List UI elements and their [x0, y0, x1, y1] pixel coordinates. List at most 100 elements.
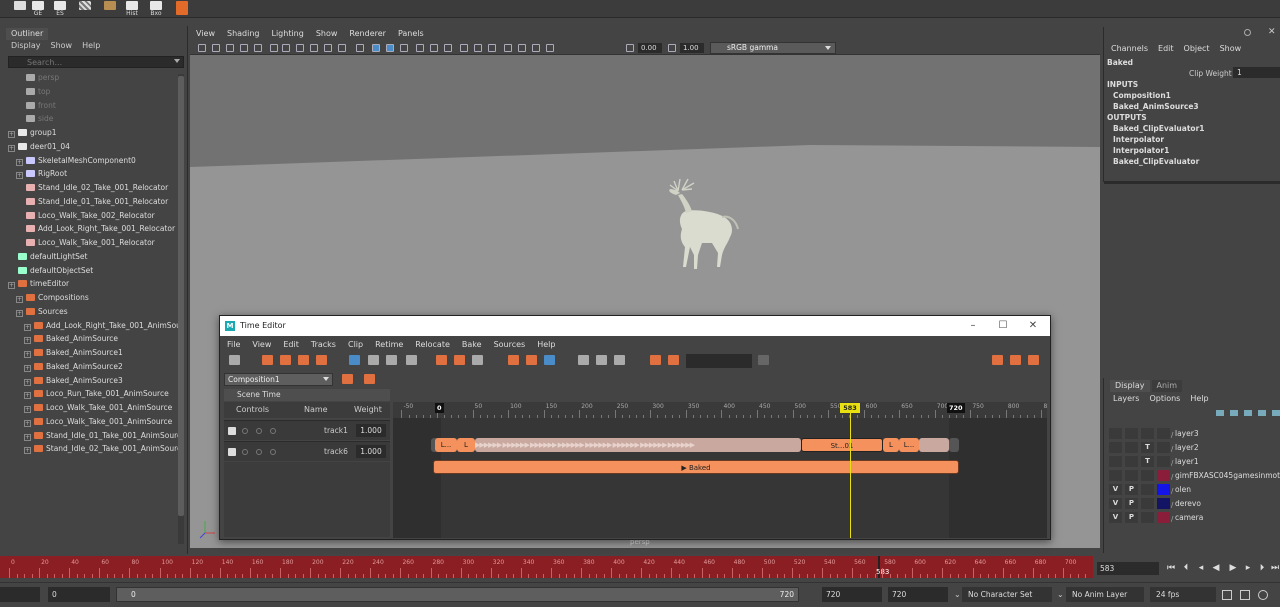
layer-visibility-toggle[interactable]: [1109, 456, 1122, 467]
expand-icon[interactable]: +: [16, 172, 23, 180]
minimize-icon[interactable]: –: [958, 316, 988, 336]
outliner-item[interactable]: + Sources: [16, 305, 178, 318]
track-row[interactable]: track1 1.000: [224, 420, 390, 440]
hold-icon[interactable]: [526, 355, 537, 365]
viewport-menu-view[interactable]: View: [196, 27, 215, 41]
output-item[interactable]: Interpolator1: [1113, 146, 1169, 155]
track-solo-icon[interactable]: [256, 428, 262, 434]
composition-select[interactable]: Composition1: [224, 373, 333, 386]
go-to-start-icon[interactable]: ⏮: [1166, 563, 1176, 574]
layer-display-type-toggle[interactable]: T: [1141, 442, 1154, 453]
te-menu-edit[interactable]: Edit: [283, 339, 299, 351]
key-icon[interactable]: [1222, 590, 1232, 600]
playback-start-field[interactable]: 0: [48, 587, 110, 602]
playback-end-field[interactable]: 720: [822, 587, 882, 602]
animation-end-field[interactable]: 720: [888, 587, 948, 602]
layer-display-type-toggle[interactable]: T: [1141, 456, 1154, 467]
time-editor-titlebar[interactable]: M Time Editor – ☐ ✕: [220, 316, 1050, 336]
outliner-item[interactable]: front: [16, 99, 178, 112]
track-solo-icon[interactable]: [256, 449, 262, 455]
fps-select[interactable]: 24 fps: [1150, 587, 1216, 602]
shelf-button-ge[interactable]: GE: [28, 0, 48, 18]
ripple-icon[interactable]: [316, 355, 327, 365]
relocate-icon[interactable]: [596, 355, 607, 365]
viewport-menu-show[interactable]: Show: [316, 27, 338, 41]
expand-icon[interactable]: +: [24, 433, 31, 441]
image-plane-icon[interactable]: [240, 44, 248, 52]
delete-layer-icon[interactable]: [1272, 410, 1280, 416]
shadows-icon[interactable]: [430, 44, 438, 52]
track-row[interactable]: track6 1.000: [224, 441, 390, 461]
go-to-end-icon[interactable]: ⏭: [1270, 563, 1280, 574]
new-composition-icon[interactable]: [342, 374, 353, 384]
film-gate-icon[interactable]: [270, 44, 278, 52]
move-layer-down-icon[interactable]: [1230, 410, 1238, 416]
layer-color-swatch[interactable]: [1157, 442, 1170, 453]
layer-visibility-toggle[interactable]: V: [1109, 484, 1122, 495]
layer-visibility-toggle[interactable]: [1109, 442, 1122, 453]
layer-playback-toggle[interactable]: P: [1125, 512, 1138, 523]
clip-group[interactable]: ▶▶▶▶▶▶ ▶▶▶▶▶▶ ▶▶▶▶▶▶ ▶▶▶▶▶▶ ▶▶▶▶▶▶ ▶▶▶▶▶…: [475, 438, 801, 452]
layer-visibility-toggle[interactable]: [1109, 470, 1122, 481]
shelf-button-checker[interactable]: [75, 0, 95, 18]
layer-color-swatch[interactable]: [1157, 470, 1170, 481]
layer-display-type-toggle[interactable]: [1141, 498, 1154, 509]
layout-3-icon[interactable]: [1028, 355, 1039, 365]
expand-icon[interactable]: +: [24, 378, 31, 386]
expand-icon[interactable]: +: [8, 282, 15, 290]
layout-1-icon[interactable]: [992, 355, 1003, 365]
insert-clip-icon[interactable]: [280, 355, 291, 365]
output-item[interactable]: Baked_ClipEvaluator: [1113, 157, 1199, 166]
expand-icon[interactable]: +: [24, 392, 31, 400]
expand-icon[interactable]: +: [16, 296, 23, 303]
input-item[interactable]: Composition1: [1113, 91, 1171, 100]
outliner-item[interactable]: Add_Look_Right_Take_001_Relocator: [16, 222, 178, 235]
ungroup-clips-icon[interactable]: [454, 355, 465, 365]
viewport-menu-lighting[interactable]: Lighting: [271, 27, 303, 41]
outliner-item[interactable]: + Baked_AnimSource3: [24, 374, 178, 387]
expand-icon[interactable]: +: [16, 309, 23, 317]
layer-row[interactable]: V P / olen: [1109, 483, 1280, 496]
animation-start-field[interactable]: [0, 587, 40, 602]
clip[interactable]: L: [457, 438, 475, 452]
gate-mask-icon[interactable]: [296, 44, 304, 52]
exposure-icon[interactable]: [626, 44, 634, 52]
layer-playback-toggle[interactable]: [1125, 428, 1138, 439]
cb-menu-channels[interactable]: Channels: [1111, 44, 1148, 53]
outliner-item[interactable]: + timeEditor: [8, 277, 178, 290]
te-menu-tracks[interactable]: Tracks: [311, 339, 336, 351]
audio-icon[interactable]: [1240, 590, 1250, 600]
xray-joints-icon[interactable]: [532, 44, 540, 52]
layer-display-type-toggle[interactable]: [1141, 428, 1154, 439]
layer-color-swatch[interactable]: [1157, 428, 1170, 439]
viewport-menu-renderer[interactable]: Renderer: [349, 27, 386, 41]
shelf-button-hist-label[interactable]: Hist: [122, 0, 142, 18]
add-clip-icon[interactable]: [262, 355, 273, 365]
layer-display-type-toggle[interactable]: [1141, 470, 1154, 481]
camera-attr-icon[interactable]: [212, 44, 220, 52]
track-weight-field[interactable]: 1.000: [356, 424, 386, 437]
outliner-item[interactable]: + deer01_04: [8, 140, 178, 153]
clip-selected[interactable]: St...01: [801, 438, 883, 452]
layer-row[interactable]: V P / derevo: [1109, 497, 1280, 510]
clip-weight-field[interactable]: 1: [1233, 67, 1280, 78]
step-forward-key-icon[interactable]: ⏵: [1257, 563, 1267, 574]
node-name[interactable]: Baked: [1107, 58, 1133, 67]
antialias-icon[interactable]: [474, 44, 482, 52]
layer-row[interactable]: V P / camera: [1109, 511, 1280, 524]
layer-color-swatch[interactable]: [1157, 456, 1170, 467]
track-enable-checkbox[interactable]: [228, 448, 236, 456]
clip-right-handle[interactable]: [949, 438, 959, 452]
ambient-occlusion-icon[interactable]: [444, 44, 452, 52]
outliner-item[interactable]: + SkeletalMeshComponent0: [16, 154, 178, 167]
pin-icon[interactable]: [1244, 29, 1251, 36]
outliner-item[interactable]: Stand_Idle_01_Take_001_Relocator: [16, 195, 178, 208]
te-menu-retime[interactable]: Retime: [375, 339, 403, 351]
field-chart-icon[interactable]: [310, 44, 318, 52]
te-end-marker[interactable]: 720: [947, 403, 965, 413]
layer-display-type-toggle[interactable]: [1141, 484, 1154, 495]
track-lock-icon[interactable]: [270, 449, 276, 455]
expand-icon[interactable]: +: [24, 364, 31, 372]
textured-icon[interactable]: [400, 44, 408, 52]
range-slider[interactable]: 0 720: [116, 587, 799, 602]
